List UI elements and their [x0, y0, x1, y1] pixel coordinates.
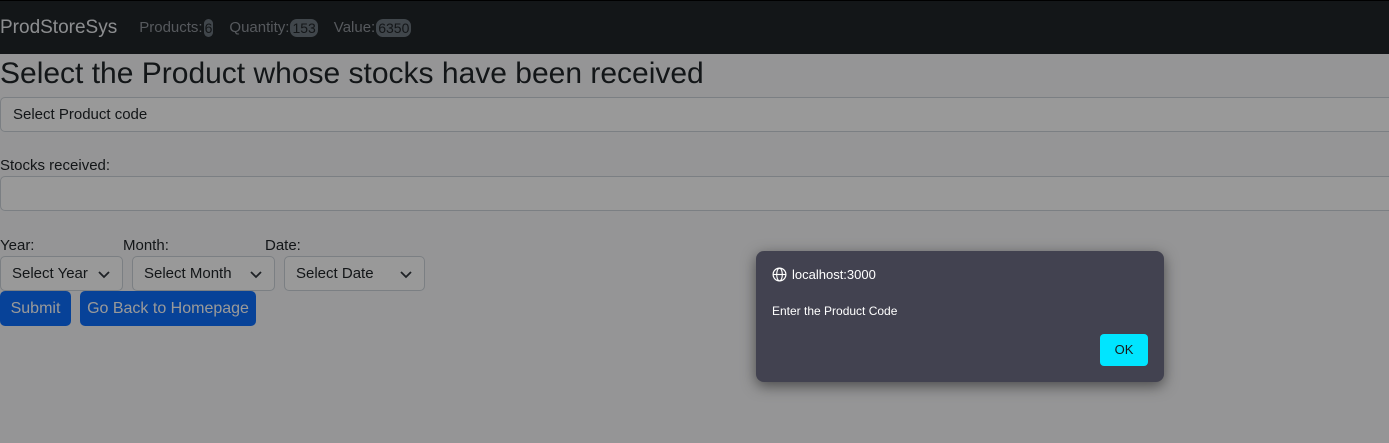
modal-backdrop — [0, 0, 1389, 443]
dialog-origin-text: localhost:3000 — [792, 267, 876, 282]
dialog-message: Enter the Product Code — [772, 304, 898, 318]
globe-icon — [772, 267, 787, 282]
dialog-origin: localhost:3000 — [772, 267, 876, 282]
alert-dialog: localhost:3000 Enter the Product Code OK — [756, 251, 1164, 382]
ok-button[interactable]: OK — [1100, 334, 1148, 366]
